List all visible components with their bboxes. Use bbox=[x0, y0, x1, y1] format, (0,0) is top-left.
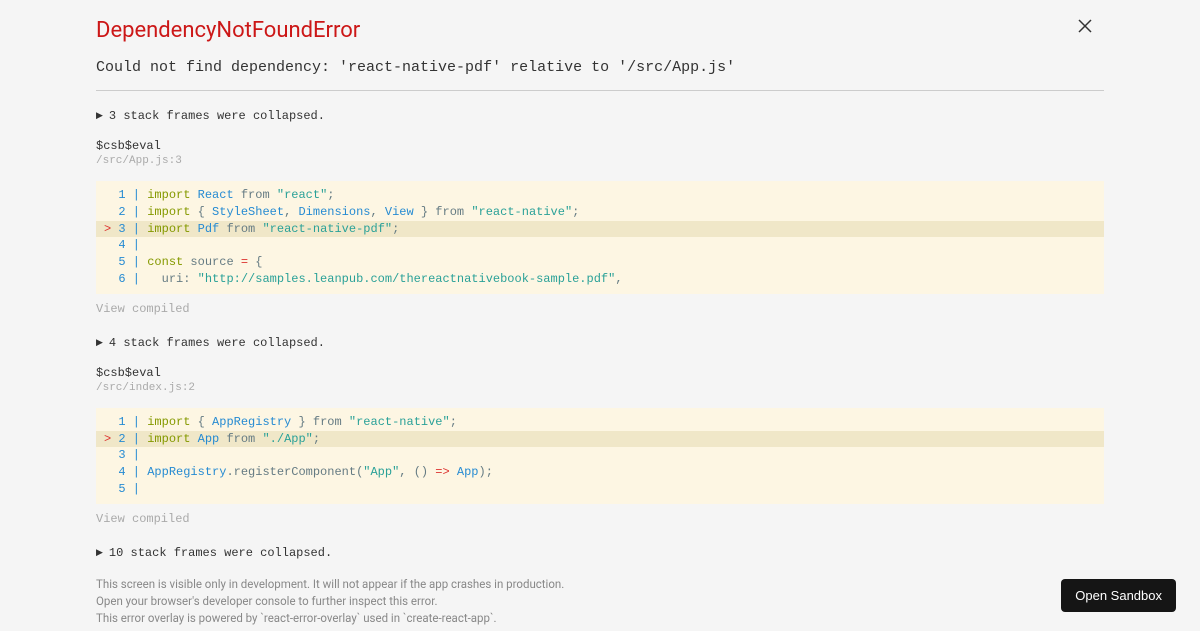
view-compiled-link[interactable]: View compiled bbox=[96, 302, 1104, 316]
footer-line: This screen is visible only in developme… bbox=[96, 576, 1104, 593]
close-icon[interactable] bbox=[1078, 18, 1092, 37]
collapsed-frames-toggle[interactable]: 10 stack frames were collapsed. bbox=[96, 546, 1104, 560]
stack-frame-name: $csb$eval bbox=[96, 366, 1104, 380]
open-sandbox-button[interactable]: Open Sandbox bbox=[1061, 579, 1176, 612]
error-title: DependencyNotFoundError bbox=[96, 18, 1104, 43]
stack-frame-location: /src/App.js:3 bbox=[96, 155, 1104, 167]
footer-line: This error overlay is powered by `react-… bbox=[96, 610, 1104, 627]
footer-note: This screen is visible only in developme… bbox=[96, 576, 1104, 628]
code-snippet: 1 | import { AppRegistry } from "react-n… bbox=[96, 408, 1104, 504]
error-message: Could not find dependency: 'react-native… bbox=[96, 59, 1104, 76]
stack-frame-name: $csb$eval bbox=[96, 139, 1104, 153]
stack-frame-location: /src/index.js:2 bbox=[96, 382, 1104, 394]
footer-line: Open your browser's developer console to… bbox=[96, 593, 1104, 610]
collapsed-frames-toggle[interactable]: 4 stack frames were collapsed. bbox=[96, 336, 1104, 350]
separator bbox=[96, 90, 1104, 91]
view-compiled-link[interactable]: View compiled bbox=[96, 512, 1104, 526]
collapsed-frames-toggle[interactable]: 3 stack frames were collapsed. bbox=[96, 109, 1104, 123]
code-snippet: 1 | import React from "react"; 2 | impor… bbox=[96, 181, 1104, 294]
